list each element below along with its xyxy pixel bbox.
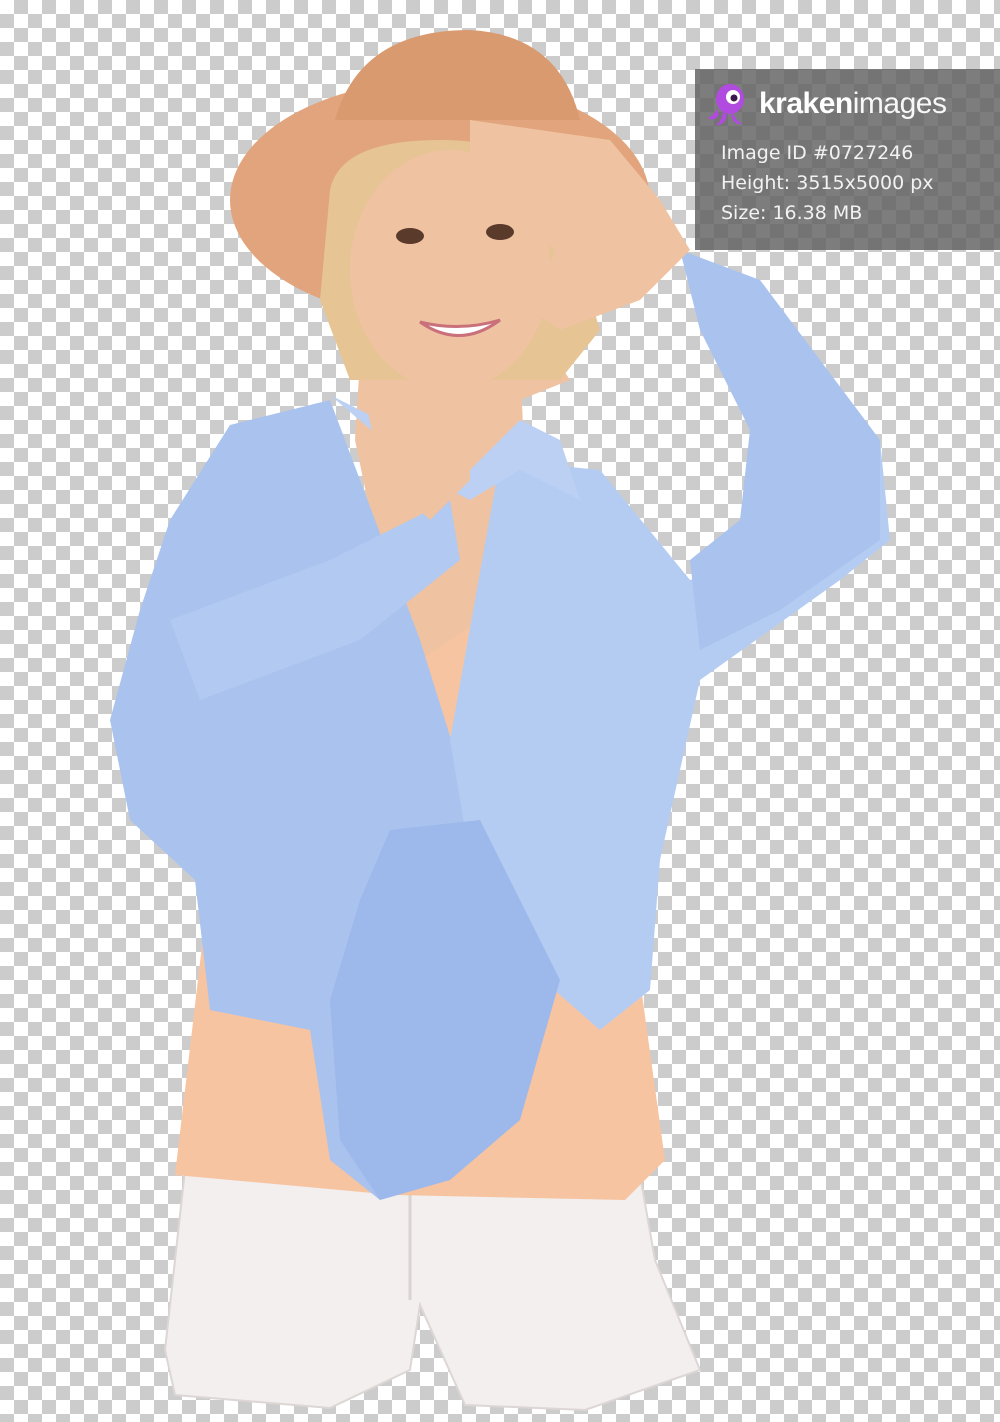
brand-logo[interactable]: krakenimages bbox=[703, 77, 947, 131]
image-file-size: Size: 16.38 MB bbox=[721, 202, 863, 224]
brand-name-light: images bbox=[852, 87, 947, 120]
straw-hat-crown bbox=[335, 30, 580, 120]
white-shorts bbox=[163, 1168, 702, 1412]
image-dimensions: Height: 3515x5000 px bbox=[721, 172, 934, 194]
image-id: Image ID #0727246 bbox=[721, 142, 914, 164]
brand-name: krakenimages bbox=[759, 87, 947, 121]
raised-arm bbox=[680, 250, 880, 650]
brand-name-bold: kraken bbox=[759, 87, 853, 120]
image-info-panel: krakenimages Image ID #0727246 Height: 3… bbox=[695, 69, 1000, 250]
kraken-octopus-icon bbox=[707, 84, 744, 126]
